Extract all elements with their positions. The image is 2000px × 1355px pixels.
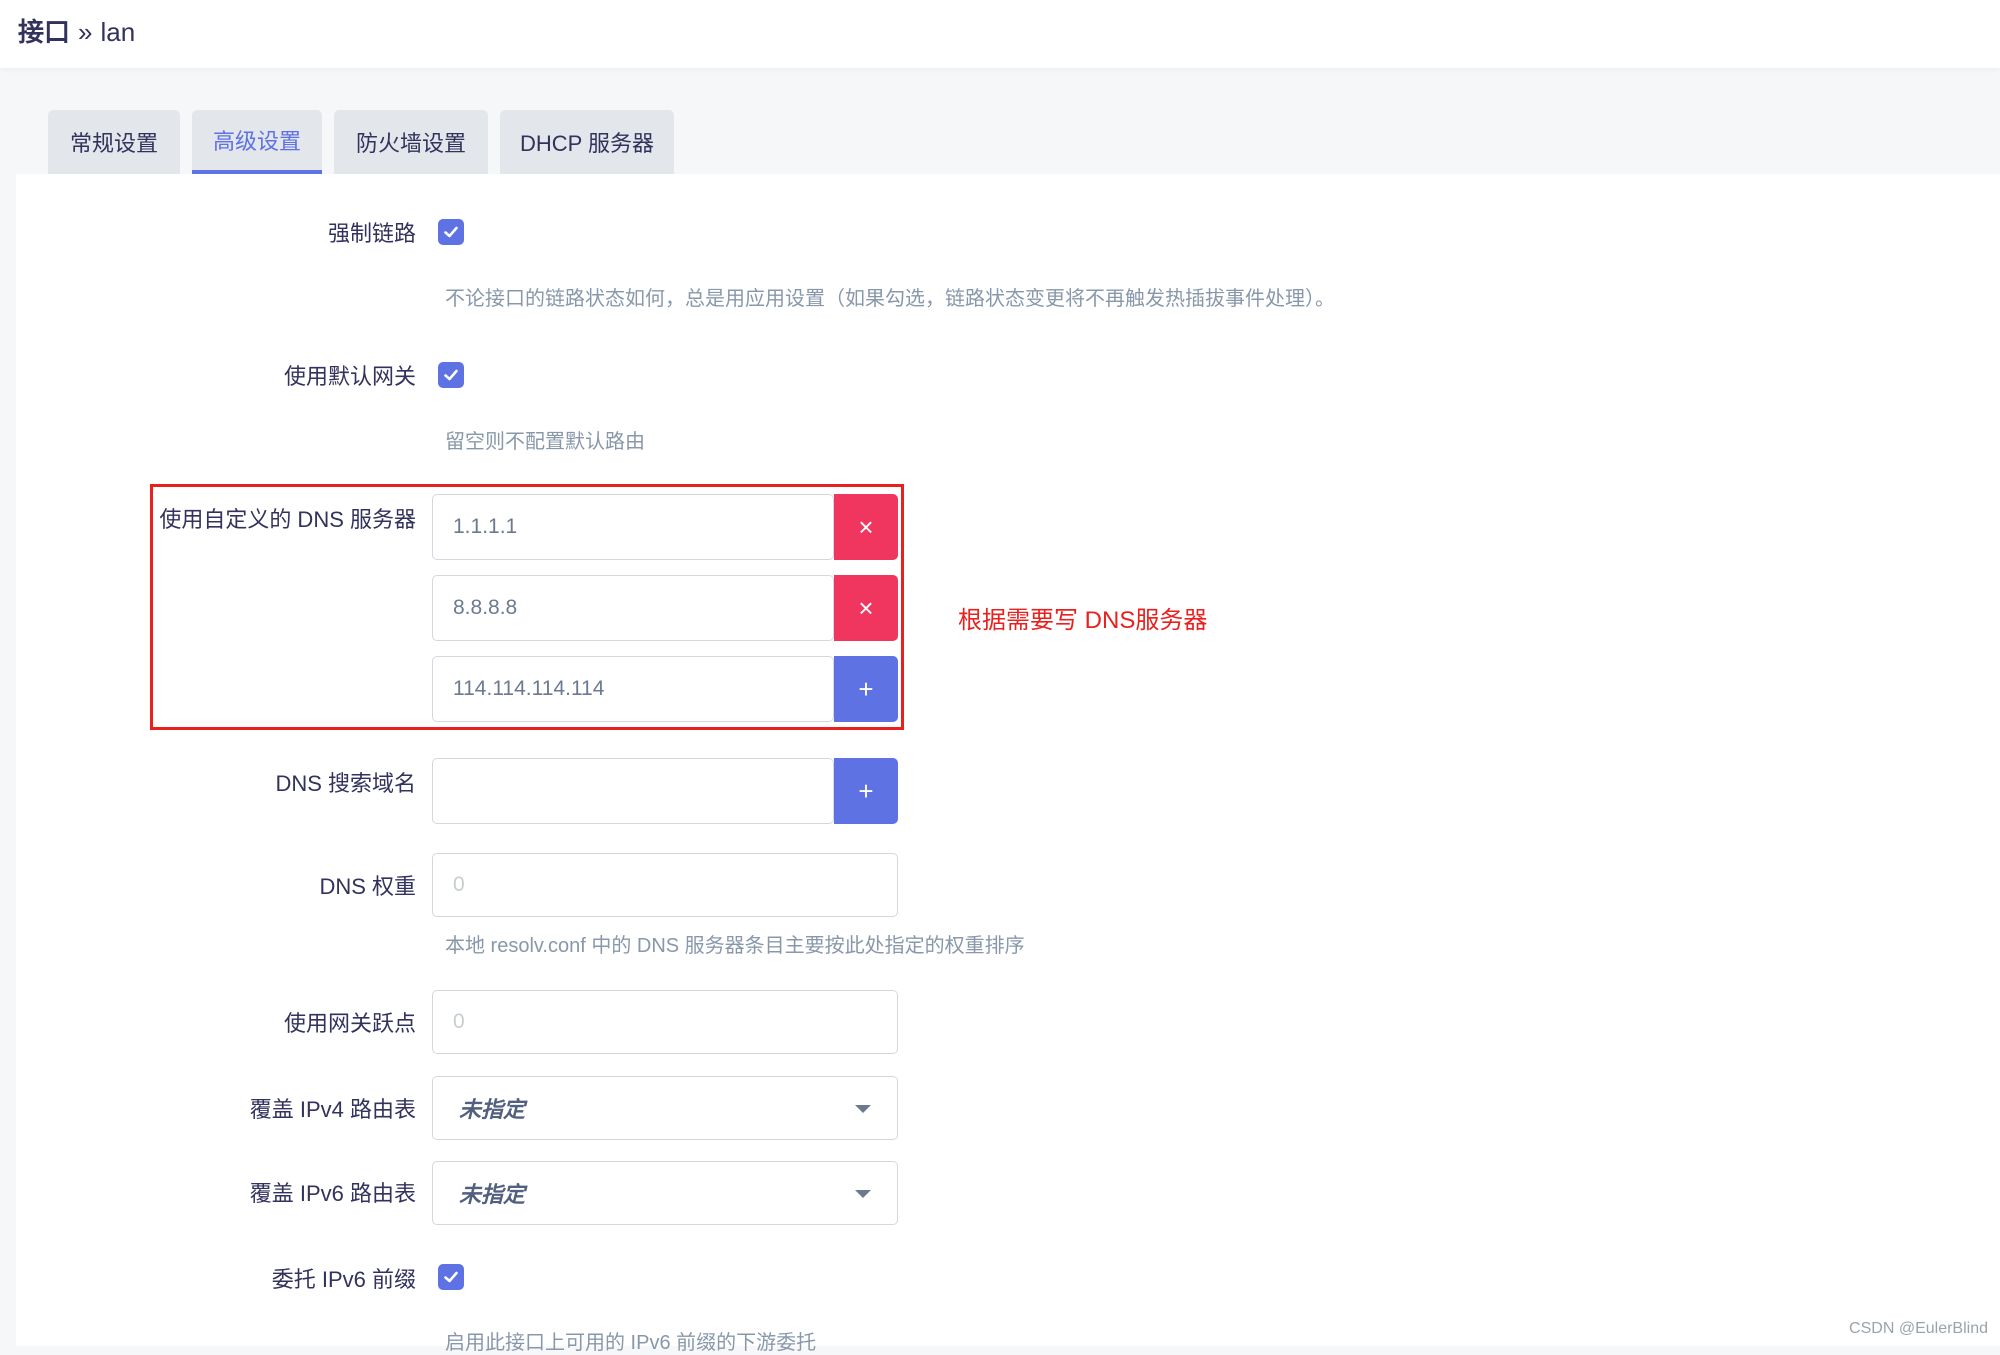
dns-weight-label: DNS 权重 [319, 874, 416, 899]
ipv6-table-selected-value: 未指定 [459, 1182, 526, 1207]
ipv4-table-label: 覆盖 IPv4 路由表 [249, 1097, 416, 1122]
ipv6-table-label: 覆盖 IPv6 路由表 [249, 1181, 416, 1206]
default-gateway-checkbox[interactable] [438, 362, 464, 388]
force-link-hint: 不论接口的链路状态如何，总是用应用设置（如果勾选，链路状态变更将不再触发热插拔事… [445, 288, 1335, 310]
default-gateway-hint: 留空则不配置默认路由 [445, 431, 645, 453]
settings-panel [16, 174, 2000, 1346]
chevron-down-icon [855, 1190, 871, 1198]
gateway-metric-input[interactable]: 0 [432, 990, 898, 1054]
force-link-checkbox[interactable] [438, 219, 464, 245]
watermark: CSDN @EulerBlind [1849, 1320, 1988, 1337]
tab-general[interactable]: 常规设置 [48, 110, 180, 174]
tab-advanced[interactable]: 高级设置 [192, 110, 322, 174]
tab-dhcp[interactable]: DHCP 服务器 [500, 110, 674, 174]
checkmark-icon [444, 226, 458, 238]
default-gateway-label: 使用默认网关 [283, 364, 416, 389]
gateway-metric-label: 使用网关跃点 [283, 1011, 416, 1036]
delegate-ipv6-checkbox[interactable] [438, 1264, 464, 1290]
dns-weight-hint: 本地 resolv.conf 中的 DNS 服务器条目主要按此处指定的权重排序 [445, 935, 1025, 957]
annotation-highlight-box [150, 484, 904, 730]
breadcrumb-separator: » [78, 17, 93, 47]
breadcrumb-current: lan [100, 17, 136, 47]
force-link-label: 强制链路 [327, 221, 416, 246]
chevron-down-icon [855, 1105, 871, 1113]
ipv4-table-selected-value: 未指定 [459, 1097, 526, 1122]
annotation-text: 根据需要写 DNS服务器 [958, 607, 1208, 634]
delegate-ipv6-label: 委托 IPv6 前缀 [271, 1267, 416, 1292]
breadcrumb: 接口 » lan [18, 12, 135, 49]
add-dns-search-button[interactable]: + [834, 758, 898, 824]
ipv6-table-select[interactable]: 未指定 [432, 1161, 898, 1225]
checkmark-icon [444, 369, 458, 381]
plus-icon: + [858, 775, 874, 806]
delegate-ipv6-hint: 启用此接口上可用的 IPv6 前缀的下游委托 [445, 1332, 817, 1354]
checkmark-icon [444, 1271, 458, 1283]
breadcrumb-root[interactable]: 接口 [18, 17, 70, 47]
dns-search-input[interactable] [432, 758, 834, 824]
page-header: 接口 » lan [0, 0, 2000, 68]
dns-weight-input[interactable]: 0 [432, 853, 898, 917]
ipv4-table-select[interactable]: 未指定 [432, 1076, 898, 1140]
dns-search-label: DNS 搜索域名 [275, 771, 416, 796]
tab-firewall[interactable]: 防火墙设置 [334, 110, 488, 174]
